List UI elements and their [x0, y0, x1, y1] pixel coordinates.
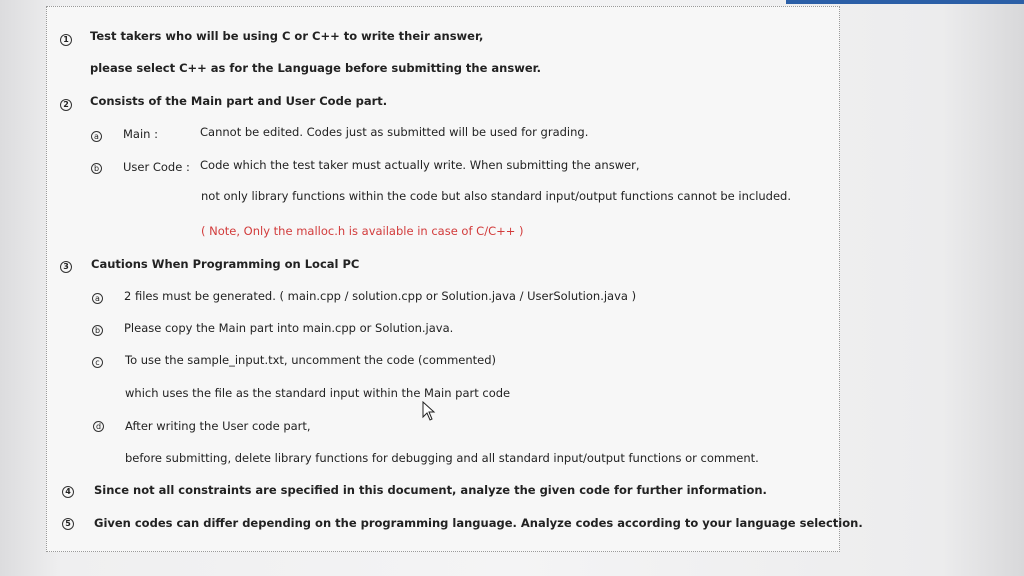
- item-3-marker: 3: [60, 261, 72, 273]
- item-3d-text-1: After writing the User code part,: [125, 419, 311, 433]
- item-2a-marker: a: [91, 131, 102, 142]
- item-4-marker: 4: [62, 486, 74, 498]
- item-3-title: Cautions When Programming on Local PC: [91, 257, 360, 271]
- item-2b-text-1: Code which the test taker must actually …: [200, 158, 640, 172]
- item-3b-text: Please copy the Main part into main.cpp …: [124, 321, 454, 335]
- item-5-marker: 5: [62, 518, 74, 530]
- item-1-line-2: please select C++ as for the Language be…: [90, 61, 542, 75]
- item-3a-text: 2 files must be generated. ( main.cpp / …: [124, 289, 637, 303]
- item-3c-marker: c: [92, 357, 103, 368]
- item-3d-marker: d: [93, 421, 104, 432]
- window-accent-bar: [786, 0, 1024, 4]
- item-1-marker: 1: [60, 34, 72, 46]
- instructions-panel: [46, 6, 840, 552]
- item-4-text: Since not all constraints are specified …: [94, 483, 767, 497]
- item-2-title: Consists of the Main part and User Code …: [90, 94, 388, 108]
- item-2a-text: Cannot be edited. Codes just as submitte…: [200, 125, 589, 139]
- item-2a-label: Main :: [123, 127, 158, 141]
- item-3b-marker: b: [92, 325, 103, 336]
- item-5-text: Given codes can differ depending on the …: [94, 516, 863, 530]
- item-2b-marker: b: [91, 163, 102, 174]
- mouse-pointer-icon: [422, 401, 436, 421]
- item-2b-note: ( Note, Only the malloc.h is available i…: [201, 224, 524, 238]
- item-3a-marker: a: [92, 293, 103, 304]
- item-3c-text-2: which uses the file as the standard inpu…: [125, 386, 511, 400]
- item-1-line-1: Test takers who will be using C or C++ t…: [90, 29, 484, 43]
- item-2-marker: 2: [60, 99, 72, 111]
- item-3d-text-2: before submitting, delete library functi…: [125, 451, 759, 465]
- item-3c-text-1: To use the sample_input.txt, uncomment t…: [125, 353, 497, 367]
- item-2b-label: User Code :: [123, 160, 190, 174]
- item-2b-text-2: not only library functions within the co…: [201, 189, 792, 203]
